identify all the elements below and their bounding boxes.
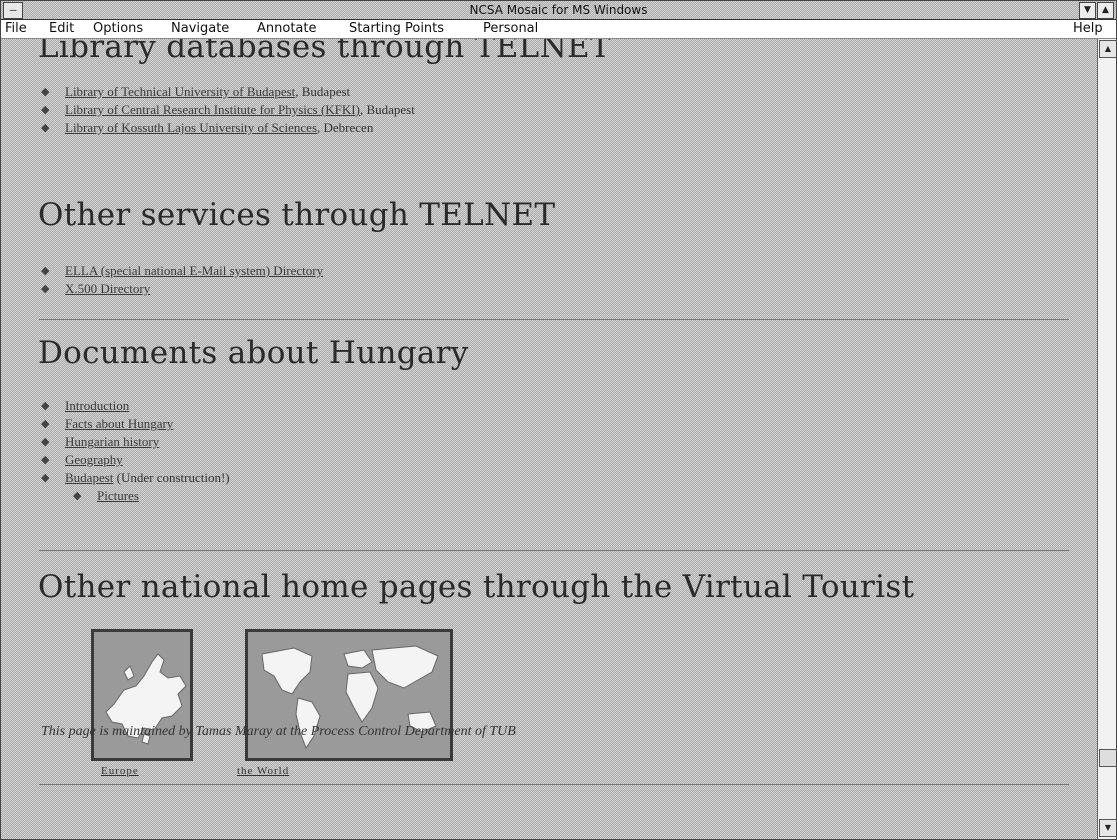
menu-help[interactable]: Help bbox=[1073, 20, 1103, 38]
europe-map-link[interactable] bbox=[91, 629, 193, 761]
link-suffix: , Budapest bbox=[295, 84, 351, 99]
list-item: Library of Kossuth Lajos University of S… bbox=[41, 119, 415, 137]
menu-file[interactable]: File bbox=[5, 20, 27, 38]
mosaic-window: — NCSA Mosaic for MS Windows ▼ ▲ File Ed… bbox=[0, 0, 1117, 840]
link-ella-directory[interactable]: ELLA (special national E-Mail system) Di… bbox=[65, 263, 323, 278]
list-item: Geography bbox=[41, 451, 230, 469]
minimize-icon[interactable]: ▼ bbox=[1079, 2, 1096, 19]
document-view: Library databases through TELNET Library… bbox=[1, 39, 1097, 839]
list-item: X.500 Directory bbox=[41, 280, 323, 298]
title-bar: — NCSA Mosaic for MS Windows ▼ ▲ bbox=[1, 1, 1116, 20]
link-tu-budapest-library[interactable]: Library of Technical University of Budap… bbox=[65, 84, 295, 99]
list-item: Introduction bbox=[41, 397, 230, 415]
scroll-down-icon[interactable]: ▼ bbox=[1099, 819, 1116, 837]
list-item: Pictures bbox=[73, 487, 230, 505]
library-list: Library of Technical University of Budap… bbox=[41, 83, 415, 137]
menu-edit[interactable]: Edit bbox=[49, 20, 74, 38]
divider bbox=[39, 319, 1069, 320]
menu-bar: File Edit Options Navigate Annotate Star… bbox=[1, 20, 1116, 39]
heading-national-pages: Other national home pages through the Vi… bbox=[38, 569, 915, 605]
heading-other-services: Other services through TELNET bbox=[38, 197, 556, 233]
heading-library-databases: Library databases through TELNET bbox=[38, 39, 611, 65]
list-item: Library of Technical University of Budap… bbox=[41, 83, 415, 101]
services-list: ELLA (special national E-Mail system) Di… bbox=[41, 262, 323, 298]
window-title: NCSA Mosaic for MS Windows bbox=[469, 3, 648, 17]
link-facts-hungary[interactable]: Facts about Hungary bbox=[65, 416, 173, 431]
menu-annotate[interactable]: Annotate bbox=[257, 20, 316, 38]
heading-documents-hungary: Documents about Hungary bbox=[38, 335, 469, 371]
divider bbox=[39, 784, 1069, 785]
documents-list: Introduction Facts about Hungary Hungari… bbox=[41, 397, 230, 505]
link-budapest[interactable]: Budapest bbox=[65, 470, 113, 485]
link-suffix: , Debrecen bbox=[317, 120, 374, 135]
link-suffix: , Budapest bbox=[359, 102, 415, 117]
menu-navigate[interactable]: Navigate bbox=[171, 20, 229, 38]
menu-personal[interactable]: Personal bbox=[483, 20, 538, 38]
world-map-link[interactable] bbox=[245, 629, 453, 761]
list-item: ELLA (special national E-Mail system) Di… bbox=[41, 262, 323, 280]
link-suffix: (Under construction!) bbox=[113, 470, 230, 485]
link-x500-directory[interactable]: X.500 Directory bbox=[65, 281, 150, 296]
vertical-scrollbar[interactable]: ▲ ▼ bbox=[1097, 39, 1116, 839]
footer-maintainer-note: This page is maintained by Tamas Maray a… bbox=[41, 724, 516, 739]
list-item: Hungarian history bbox=[41, 433, 230, 451]
world-map-label[interactable]: the World bbox=[237, 765, 289, 777]
list-item: Facts about Hungary bbox=[41, 415, 230, 433]
link-kfki-library[interactable]: Library of Central Research Institute fo… bbox=[65, 102, 360, 117]
scroll-thumb[interactable] bbox=[1099, 749, 1116, 767]
link-pictures[interactable]: Pictures bbox=[97, 488, 139, 503]
link-introduction[interactable]: Introduction bbox=[65, 398, 129, 413]
list-item: Library of Central Research Institute fo… bbox=[41, 101, 415, 119]
scroll-up-icon[interactable]: ▲ bbox=[1099, 40, 1116, 58]
link-kossuth-library[interactable]: Library of Kossuth Lajos University of S… bbox=[65, 120, 317, 135]
menu-options[interactable]: Options bbox=[93, 20, 143, 38]
menu-starting-points[interactable]: Starting Points bbox=[349, 20, 444, 38]
link-hungarian-history[interactable]: Hungarian history bbox=[65, 434, 159, 449]
divider bbox=[39, 550, 1069, 551]
list-item: Budapest (Under construction!) bbox=[41, 469, 230, 487]
maximize-icon[interactable]: ▲ bbox=[1097, 2, 1114, 19]
europe-map-label[interactable]: Europe bbox=[101, 765, 139, 777]
link-geography[interactable]: Geography bbox=[65, 452, 123, 467]
